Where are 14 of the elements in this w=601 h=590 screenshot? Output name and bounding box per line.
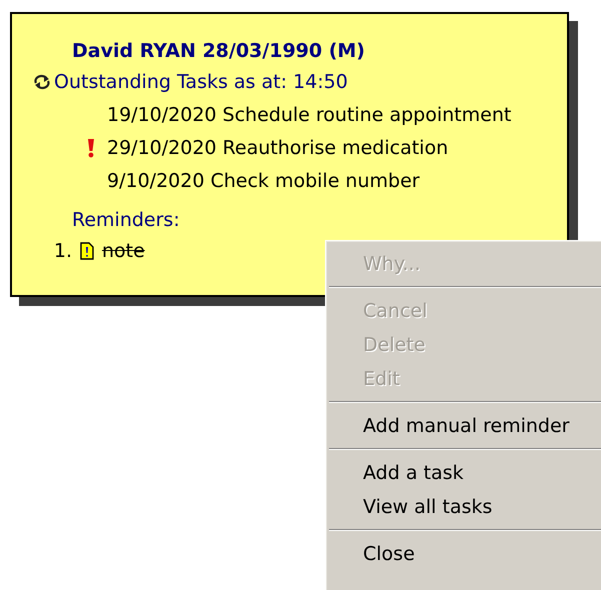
menu-item[interactable]: Add manual reminder: [326, 409, 601, 443]
tasks-heading: Outstanding Tasks as at: 14:50: [54, 71, 348, 93]
list-number: 1.: [52, 240, 72, 262]
task-text: 9/10/2020 Check mobile number: [107, 170, 420, 192]
menu-item[interactable]: Close: [326, 537, 601, 571]
sync-icon: [32, 74, 52, 90]
menu-item[interactable]: Add a task: [326, 456, 601, 490]
task-text: 19/10/2020 Schedule routine appointment: [107, 104, 512, 126]
reminder-text[interactable]: note: [102, 240, 145, 262]
menu-item[interactable]: View all tasks: [326, 490, 601, 524]
patient-title: David RYAN 28/03/1990 (M): [72, 39, 366, 64]
note-icon: [80, 242, 94, 260]
reminders-heading: Reminders:: [72, 208, 181, 233]
task-text: 29/10/2020 Reauthorise medication: [107, 136, 448, 158]
